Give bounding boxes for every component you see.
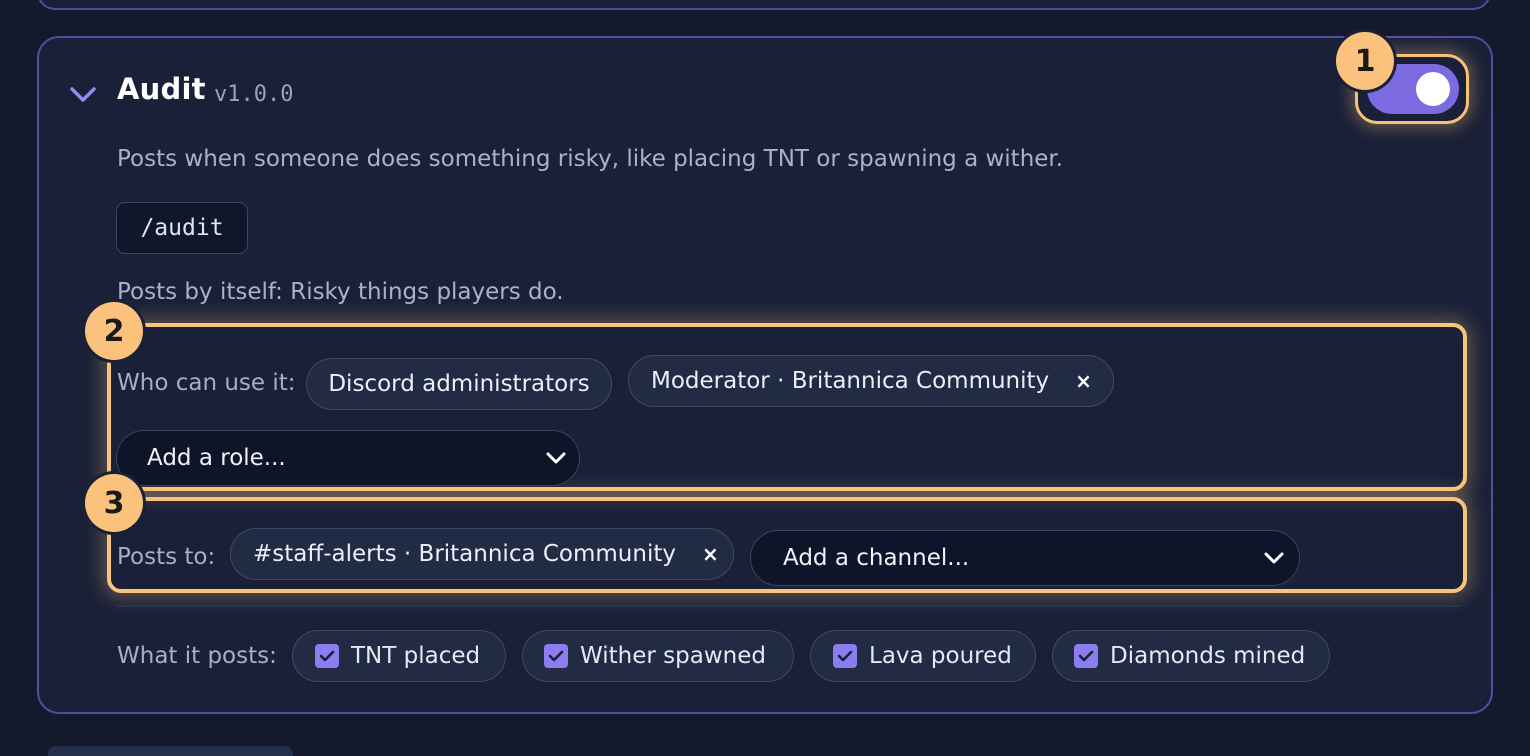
remove-channel-close-icon[interactable]: ×	[702, 542, 719, 566]
event-checkbox-wither-spawned[interactable]: Wither spawned	[522, 630, 794, 682]
roles-label: Who can use it:	[117, 370, 296, 396]
event-label: Lava poured	[869, 643, 1012, 669]
event-label: TNT placed	[351, 643, 481, 669]
event-checkbox-diamonds-mined[interactable]: Diamonds mined	[1052, 630, 1330, 682]
channels-label: Posts to:	[117, 544, 216, 570]
events-label: What it posts:	[117, 643, 277, 669]
next-module-card	[48, 746, 293, 756]
check-icon	[1074, 644, 1098, 668]
check-icon	[833, 644, 857, 668]
event-label: Wither spawned	[580, 643, 766, 669]
add-channel-select[interactable]: Add a channel...	[750, 530, 1300, 586]
collapse-chevron-icon[interactable]	[68, 82, 98, 106]
step-badge-3: 3	[85, 474, 143, 532]
add-role-select-value: Add a role...	[147, 445, 286, 471]
previous-module-card	[37, 0, 1491, 10]
channel-chip-label: #staff-alerts · Britannica Community	[253, 541, 676, 567]
chevron-down-icon	[1264, 552, 1284, 564]
check-icon	[544, 644, 568, 668]
module-title: Audit	[117, 72, 206, 106]
remove-role-close-icon[interactable]: ×	[1075, 369, 1092, 393]
event-checkbox-lava-poured[interactable]: Lava poured	[810, 630, 1036, 682]
auto-posts-text: Posts by itself: Risky things players do…	[117, 279, 564, 305]
event-checkbox-tnt-placed[interactable]: TNT placed	[292, 630, 506, 682]
module-version: v1.0.0	[214, 82, 294, 107]
step-badge-2: 2	[85, 302, 143, 360]
add-channel-select-value: Add a channel...	[783, 545, 970, 571]
chevron-down-icon	[546, 452, 566, 464]
divider	[117, 605, 1460, 607]
role-chip: Moderator · Britannica Community ×	[628, 355, 1114, 407]
role-chip-label: Moderator · Britannica Community	[651, 368, 1050, 394]
check-icon	[315, 644, 339, 668]
add-role-select[interactable]: Add a role...	[116, 430, 580, 486]
role-chip: Discord administrators	[306, 358, 612, 410]
event-label: Diamonds mined	[1110, 643, 1306, 669]
toggle-knob	[1416, 72, 1450, 106]
role-chip-label: Discord administrators	[328, 371, 590, 397]
channel-chip: #staff-alerts · Britannica Community ×	[230, 528, 734, 580]
command-code: /audit	[116, 202, 248, 254]
module-description: Posts when someone does something risky,…	[117, 146, 1064, 172]
step-badge-1: 1	[1336, 32, 1394, 90]
